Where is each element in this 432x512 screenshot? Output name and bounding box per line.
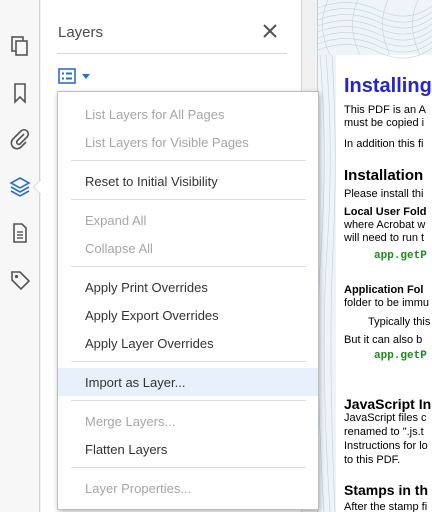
document-view: Installing This PDF is an A must be copi…	[318, 0, 432, 512]
navigation-rail	[0, 0, 41, 512]
doc-subheading: Installation	[344, 167, 424, 184]
menu-item-flatten-layers[interactable]: Flatten Layers	[58, 435, 318, 463]
doc-line: Typically this	[368, 316, 431, 328]
doc-code: app.getP	[374, 250, 427, 262]
menu-item-list-layers-visible-pages: List Layers for Visible Pages	[85, 134, 249, 150]
document-icon[interactable]	[6, 219, 34, 247]
menu-item-import-as-layer[interactable]: Import as Layer...	[58, 368, 318, 396]
menu-item-merge-layers: Merge Layers...	[85, 413, 176, 429]
menu-separator	[71, 199, 306, 200]
menu-item-apply-layer-overrides[interactable]: Apply Layer Overrides	[58, 329, 318, 357]
close-icon[interactable]	[261, 22, 279, 40]
panel-title: Layers	[58, 24, 104, 41]
menu-separator	[71, 160, 306, 161]
doc-line: will need to run t	[344, 232, 425, 244]
menu-separator	[71, 467, 306, 468]
attachment-icon[interactable]	[6, 125, 34, 153]
layers-options-icon	[58, 68, 76, 84]
menu-item-apply-export-overrides[interactable]: Apply Export Overrides	[58, 301, 318, 329]
layers-icon[interactable]	[6, 173, 34, 201]
doc-line: must be copied i	[344, 117, 425, 129]
menu-item-expand-all: Expand All	[85, 212, 147, 228]
doc-line: Application Fol	[344, 284, 424, 296]
menu-separator	[71, 266, 306, 267]
doc-line: In addition this fi	[344, 138, 424, 150]
chevron-down-icon	[82, 73, 90, 79]
menu-separator	[71, 400, 306, 401]
doc-heading: Installing	[344, 75, 432, 97]
tag-icon[interactable]	[6, 266, 34, 294]
doc-line: renamed to ".js.t	[344, 426, 424, 438]
doc-line: Please install thi	[344, 188, 424, 200]
doc-line: to this PDF.	[344, 454, 401, 466]
active-panel-pointer	[33, 179, 41, 195]
bookmark-icon[interactable]	[6, 79, 34, 107]
doc-line: But it can also b	[344, 334, 423, 346]
doc-line: This PDF is an A	[344, 104, 426, 116]
doc-subheading: JavaScript In	[344, 396, 432, 412]
doc-line: where Acrobat w	[344, 219, 426, 231]
menu-item-collapse-all: Collapse All	[85, 240, 153, 256]
page-thumbnails-icon[interactable]	[6, 32, 34, 60]
menu-item-reset-initial-visibility[interactable]: Reset to Initial Visibility	[58, 167, 318, 195]
doc-code: app.getP	[374, 350, 427, 362]
panel-divider	[57, 53, 287, 54]
doc-line: Local User Fold	[344, 206, 427, 218]
doc-line: After the stamp fi	[344, 501, 428, 512]
menu-item-layer-properties: Layer Properties...	[85, 480, 192, 496]
menu-separator	[71, 361, 306, 362]
doc-line: Instructions for lo	[344, 440, 428, 452]
doc-line: JavaScript files c	[344, 412, 427, 424]
layers-options-menu: List Layers for All Pages List Layers fo…	[57, 91, 319, 510]
doc-line: folder to be immu	[344, 297, 429, 309]
doc-subheading: Stamps in th	[344, 482, 429, 498]
menu-item-apply-print-overrides[interactable]: Apply Print Overrides	[58, 273, 318, 301]
menu-item-list-layers-all-pages: List Layers for All Pages	[85, 106, 225, 122]
layers-options-button[interactable]	[58, 66, 94, 86]
